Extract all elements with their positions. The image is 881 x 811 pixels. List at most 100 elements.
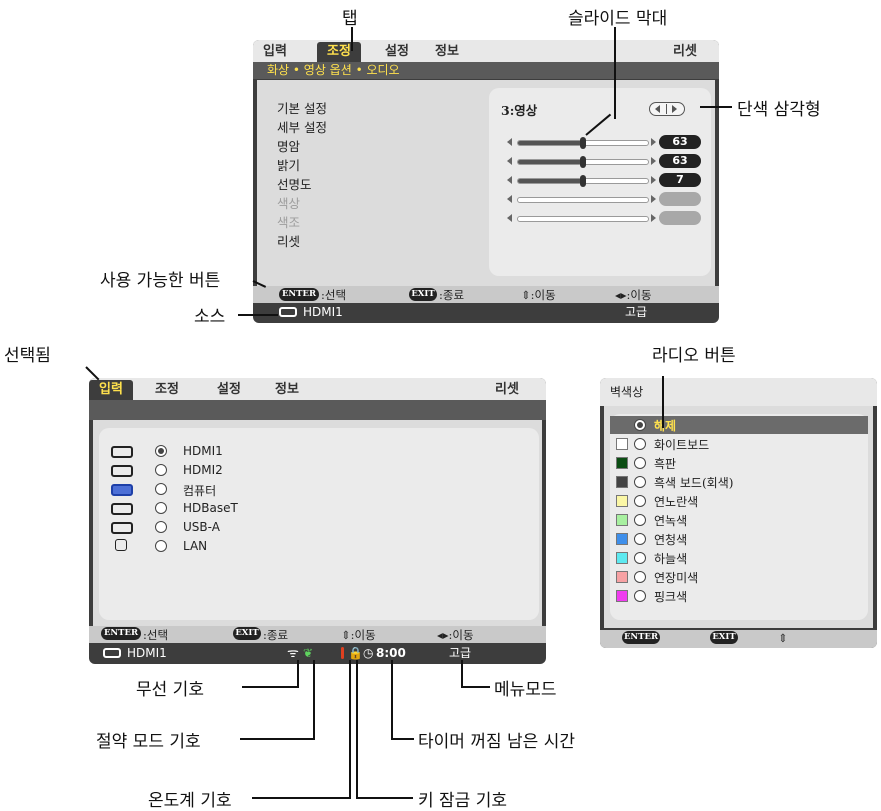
source-radio[interactable] bbox=[155, 464, 167, 476]
tab-input-selected[interactable]: 입력 bbox=[89, 380, 133, 400]
wall-color-option[interactable]: 화이트보드 bbox=[610, 435, 868, 453]
wall-color-radio[interactable] bbox=[634, 438, 646, 450]
updown-label: ⇕:이동 bbox=[521, 288, 556, 302]
tab-info[interactable]: 정보 bbox=[435, 42, 459, 62]
slider-bar[interactable] bbox=[507, 155, 657, 168]
source-radio[interactable] bbox=[155, 483, 167, 495]
hdbaset-icon bbox=[111, 503, 133, 515]
tab-adjust-2[interactable]: 조정 bbox=[155, 380, 179, 400]
wall-color-option[interactable]: 해제 bbox=[610, 416, 868, 434]
exit-key: EXIT bbox=[409, 288, 437, 301]
timer-icon: ◷ bbox=[363, 646, 374, 660]
source-radio[interactable] bbox=[155, 445, 167, 457]
wall-color-option[interactable]: 흑색 보드(회색) bbox=[610, 473, 868, 491]
slider-knob[interactable] bbox=[580, 156, 586, 168]
button-guide-3: ENTER EXIT ⇕ bbox=[600, 630, 877, 648]
enter-key-3: ENTER bbox=[622, 631, 660, 644]
tab-adjust[interactable]: 조정 bbox=[317, 42, 361, 62]
leader-line bbox=[357, 797, 413, 799]
enter-key-2: ENTER bbox=[101, 627, 141, 640]
leader-line bbox=[297, 660, 299, 688]
wall-color-option[interactable]: 흑판 bbox=[610, 454, 868, 472]
wall-color-radio[interactable] bbox=[634, 590, 646, 602]
wall-color-option[interactable]: 연녹색 bbox=[610, 511, 868, 529]
wall-color-radio[interactable] bbox=[634, 419, 646, 431]
eco-leaf-icon: ❦ bbox=[303, 646, 314, 660]
wall-color-radio[interactable] bbox=[634, 495, 646, 507]
wall-color-radio[interactable] bbox=[634, 533, 646, 545]
tab-setup[interactable]: 설정 bbox=[385, 42, 409, 62]
slider-bar bbox=[507, 193, 657, 205]
triangle-left-icon bbox=[507, 157, 512, 165]
menu-item-detail[interactable]: 세부 설정 bbox=[277, 117, 327, 136]
slider-knob[interactable] bbox=[580, 137, 586, 149]
wall-color-label: 하늘색 bbox=[654, 552, 688, 566]
leader-line bbox=[356, 660, 358, 799]
exit-label: :종료 bbox=[439, 288, 465, 302]
triangle-right-icon[interactable] bbox=[672, 105, 677, 113]
leader-line bbox=[392, 738, 414, 740]
wall-color-radio[interactable] bbox=[634, 514, 646, 526]
wall-color-title: 벽색상 bbox=[610, 385, 644, 399]
updown-label-3: ⇕ bbox=[778, 631, 788, 645]
wall-color-radio[interactable] bbox=[634, 476, 646, 488]
source-label[interactable]: HDMI2 bbox=[183, 463, 223, 477]
wall-color-option[interactable]: 핑크색 bbox=[610, 587, 868, 605]
subtab-label[interactable]: 화상 • 영상 옵션 • 오디오 bbox=[267, 62, 400, 79]
menu-item-sharpness[interactable]: 선명도 bbox=[277, 174, 312, 193]
callout-wireless: 무선 기호 bbox=[136, 680, 204, 700]
wall-color-header: 벽색상 bbox=[600, 378, 877, 406]
triangle-left-icon bbox=[507, 138, 512, 146]
wall-color-option[interactable]: 연청색 bbox=[610, 530, 868, 548]
callout-key-lock: 키 잠금 기호 bbox=[418, 791, 508, 811]
leader-line bbox=[240, 738, 314, 740]
menu-item-hue: 색조 bbox=[277, 215, 301, 230]
tab-info-2[interactable]: 정보 bbox=[275, 380, 299, 400]
source-radio[interactable] bbox=[155, 540, 167, 552]
slider-bar[interactable] bbox=[507, 136, 657, 149]
wall-color-option[interactable]: 하늘색 bbox=[610, 549, 868, 567]
slider-track bbox=[517, 216, 649, 222]
wall-color-option[interactable]: 연장미색 bbox=[610, 568, 868, 586]
triangle-right-icon bbox=[651, 176, 656, 184]
menu-item-brightness[interactable]: 밝기 bbox=[277, 155, 300, 174]
slider-knob[interactable] bbox=[580, 175, 586, 187]
source-name-2: HDMI1 bbox=[127, 646, 167, 660]
menu-item-contrast[interactable]: 명암 bbox=[277, 136, 300, 155]
wall-color-option[interactable]: 연노란색 bbox=[610, 492, 868, 510]
tab-reset[interactable]: 리셋 bbox=[673, 42, 697, 62]
source-label[interactable]: LAN bbox=[183, 539, 207, 553]
preset-selector[interactable] bbox=[649, 102, 685, 116]
tab-setup-2[interactable]: 설정 bbox=[217, 380, 241, 400]
triangle-left-icon bbox=[507, 214, 512, 222]
triangle-left-icon[interactable] bbox=[655, 105, 660, 113]
source-radio[interactable] bbox=[155, 502, 167, 514]
menu-item-basic[interactable]: 기본 설정 bbox=[277, 98, 327, 117]
callout-thermometer: 온도계 기호 bbox=[148, 791, 232, 811]
source-label[interactable]: USB-A bbox=[183, 520, 220, 534]
callout-selected: 선택됨 bbox=[4, 346, 51, 366]
leader-line bbox=[238, 314, 278, 316]
callout-menu-mode: 메뉴모드 bbox=[494, 680, 557, 700]
menu-item-reset[interactable]: 리셋 bbox=[277, 231, 300, 250]
enter-label: :선택 bbox=[321, 288, 347, 302]
source-label[interactable]: HDBaseT bbox=[183, 501, 238, 515]
color-swatch bbox=[616, 476, 628, 488]
wall-color-label: 핑크색 bbox=[654, 590, 688, 604]
tab-reset-2[interactable]: 리셋 bbox=[495, 380, 519, 400]
wall-color-radio[interactable] bbox=[634, 552, 646, 564]
menu-body: 기본 설정 세부 설정 명암 밝기 선명도 색상 색조 리셋 3:영상 63 63… bbox=[257, 80, 715, 286]
source-radio[interactable] bbox=[155, 521, 167, 533]
tab-input[interactable]: 입력 bbox=[263, 42, 287, 62]
callout-radio-button: 라디오 버튼 bbox=[652, 346, 736, 366]
wall-color-radio[interactable] bbox=[634, 571, 646, 583]
slider-bar[interactable] bbox=[507, 174, 657, 187]
source-label[interactable]: HDMI1 bbox=[183, 444, 223, 458]
exit-key-3: EXIT bbox=[710, 631, 738, 644]
source-label[interactable]: 컴퓨터 bbox=[183, 482, 216, 499]
status-bar: HDMI1 고급 bbox=[253, 304, 719, 321]
leader-line bbox=[351, 27, 353, 51]
wall-color-radio[interactable] bbox=[634, 457, 646, 469]
menu-body-2: HDMI1 HDMI2 컴퓨터 HDBaseT USB-A LAN bbox=[93, 420, 542, 626]
computer-icon bbox=[111, 484, 133, 496]
